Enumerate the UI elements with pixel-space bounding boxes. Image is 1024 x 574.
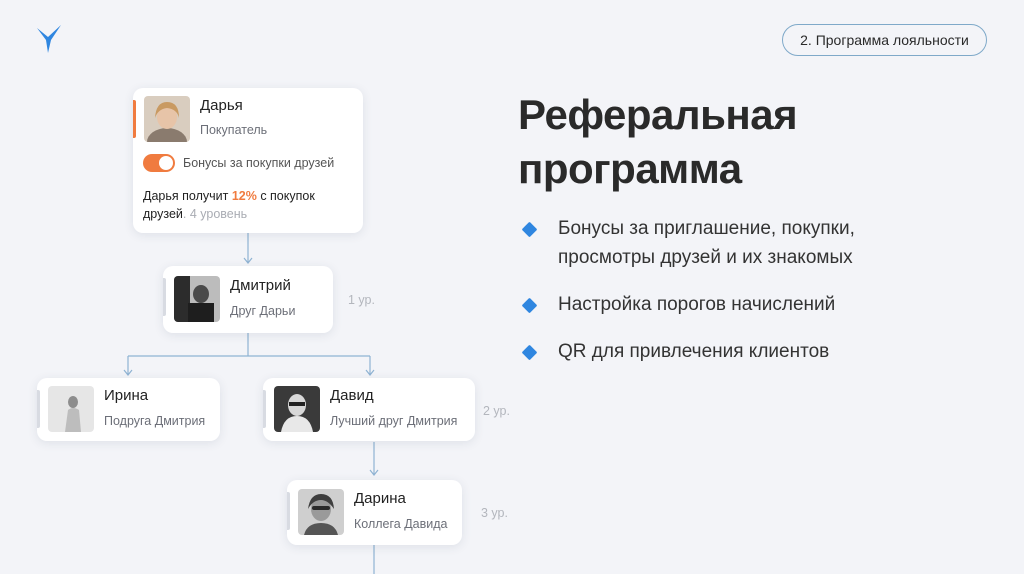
referral-card[interactable]: Дарина Коллега Давида	[287, 480, 462, 545]
card-bar	[287, 492, 290, 530]
member-name: Ирина	[104, 387, 149, 404]
level-label: 2 ур.	[483, 404, 510, 418]
card-bar	[263, 390, 266, 428]
member-name: Дмитрий	[230, 277, 291, 294]
member-role: Друг Дарьи	[230, 304, 296, 318]
reward-level: . 4 уровень	[182, 207, 248, 221]
avatar	[274, 386, 320, 432]
reward-info: Дарья получит 12% с покупок друзей. 4 ур…	[143, 189, 315, 221]
referrer-card[interactable]: Дарья Покупатель Бонусы за покупки друзе…	[133, 88, 363, 233]
level-label: 3 ур.	[481, 506, 508, 520]
level-label: 1 ур.	[348, 293, 375, 307]
member-name: Дарина	[354, 490, 406, 507]
referral-card[interactable]: Дмитрий Друг Дарьи	[163, 266, 333, 333]
referral-card[interactable]: Ирина Подруга Дмитрия	[37, 378, 220, 441]
avatar	[144, 96, 190, 142]
tree-connectors	[123, 232, 379, 574]
reward-percent: 12%	[231, 189, 257, 203]
member-role: Коллега Давида	[354, 517, 448, 531]
avatar	[298, 489, 344, 535]
avatar	[174, 276, 220, 322]
member-name: Давид	[330, 387, 374, 404]
friend-bonus-toggle[interactable]	[143, 154, 175, 172]
referral-card[interactable]: Давид Лучший друг Дмитрия	[263, 378, 475, 441]
card-accent-bar	[133, 100, 136, 138]
avatar	[48, 386, 94, 432]
member-role: Подруга Дмитрия	[104, 414, 206, 428]
member-role: Покупатель	[200, 123, 268, 137]
card-bar	[163, 278, 166, 316]
toggle-label: Бонусы за покупки друзей	[183, 156, 335, 170]
member-role: Лучший друг Дмитрия	[330, 414, 458, 428]
member-name: Дарья	[200, 97, 243, 114]
toggle-knob	[159, 156, 173, 170]
card-bar	[37, 390, 40, 428]
